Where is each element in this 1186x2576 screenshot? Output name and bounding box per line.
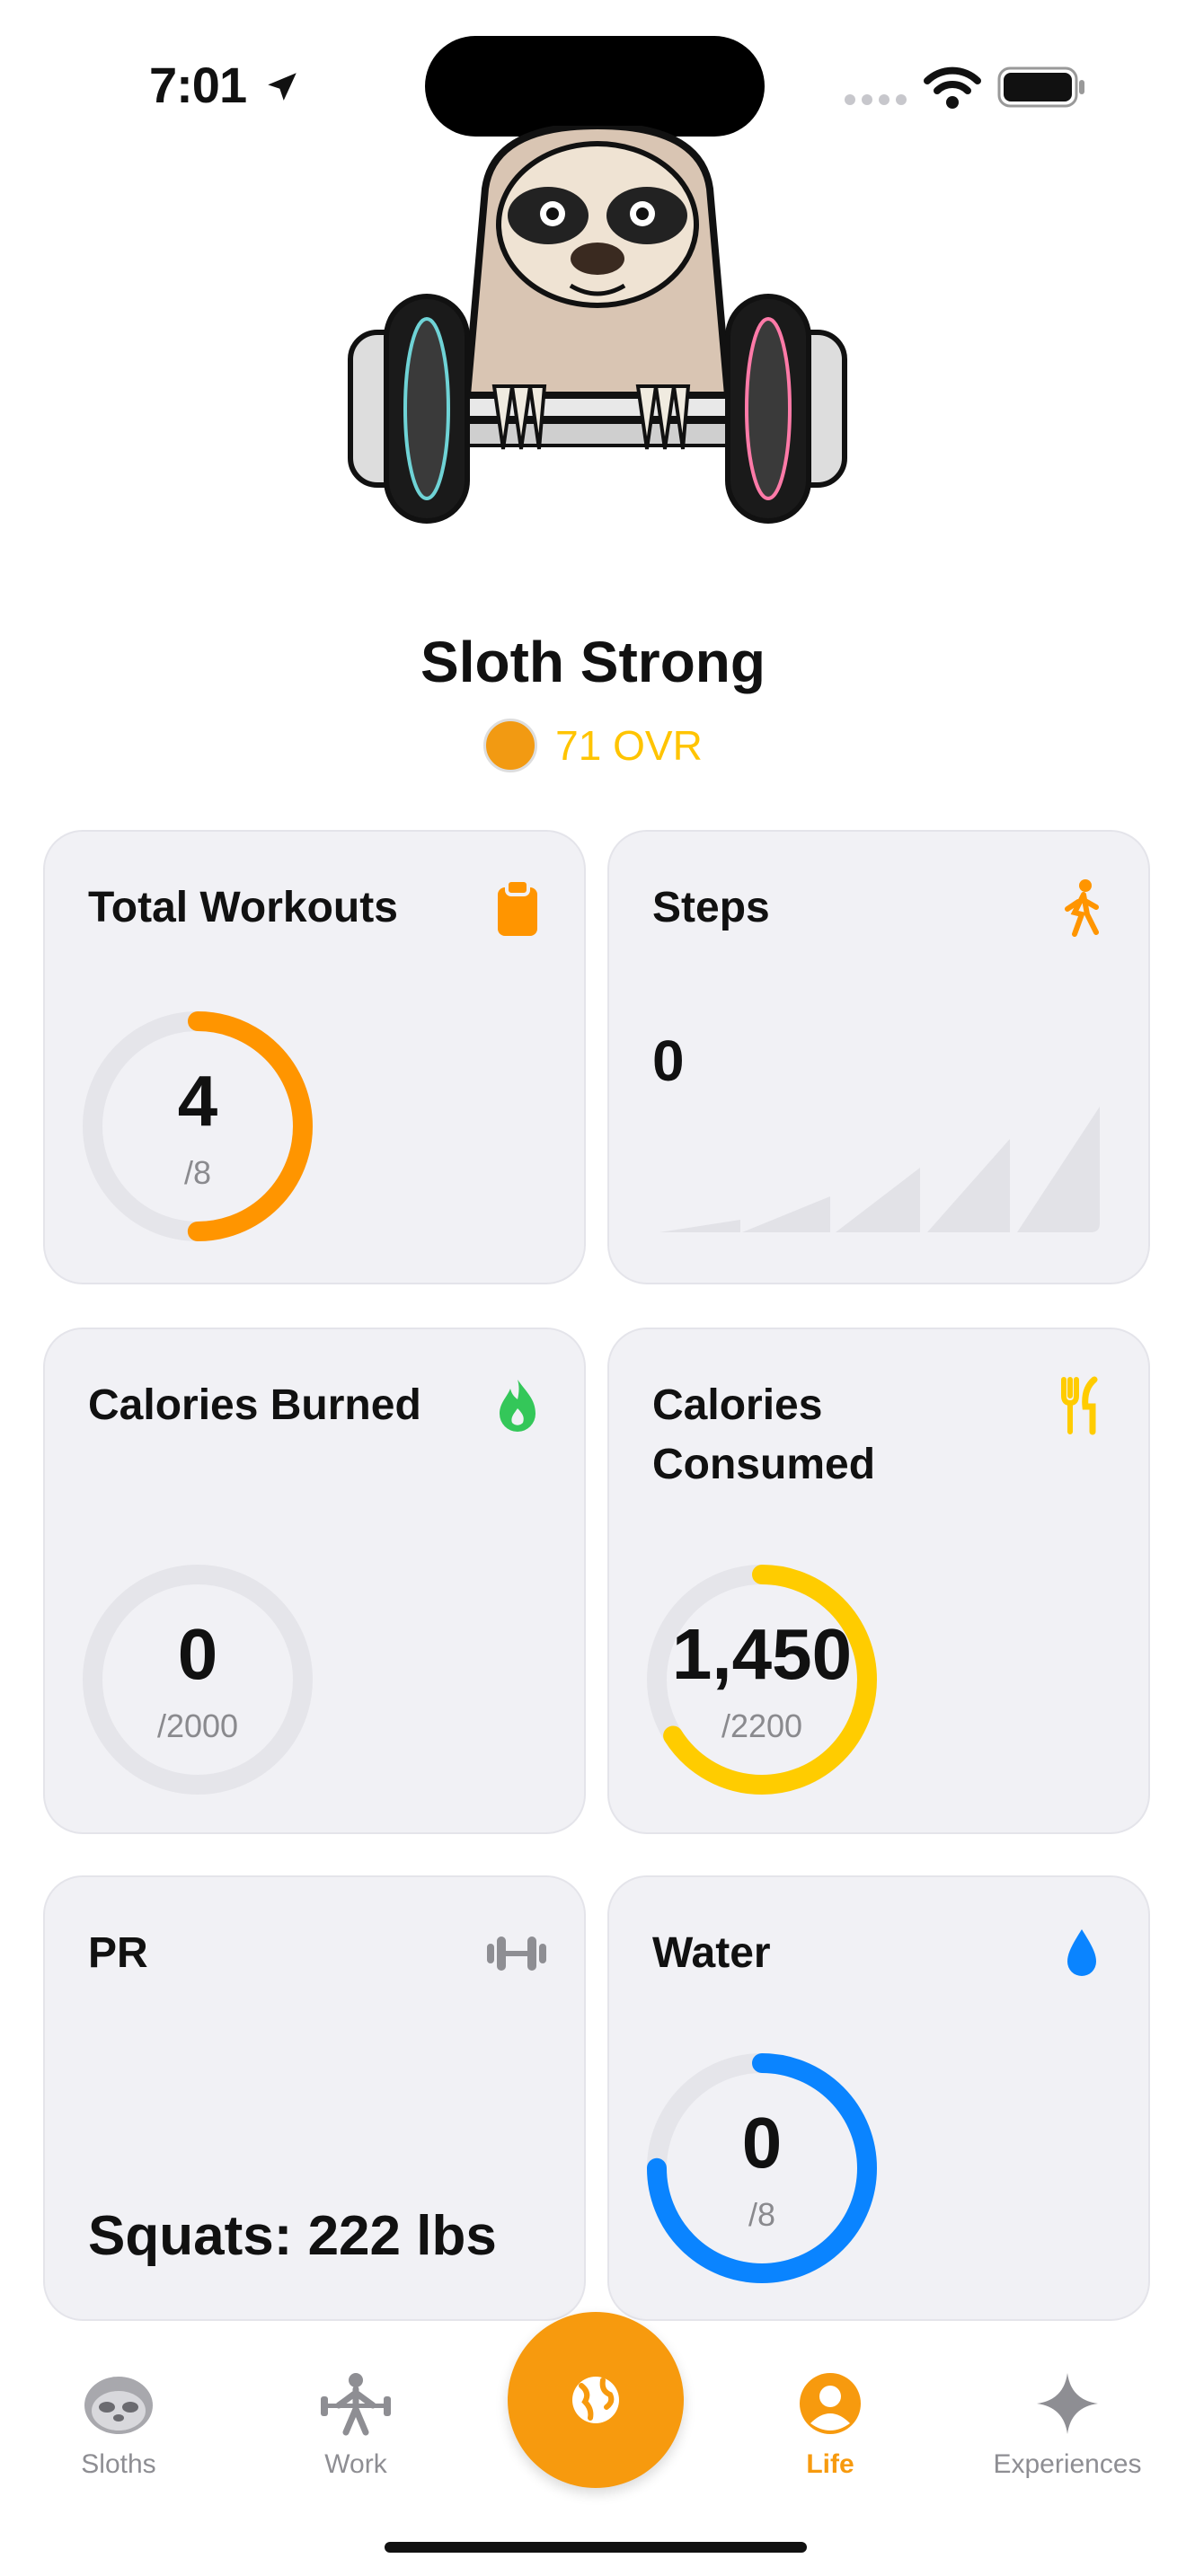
ring-goal: /2000 bbox=[156, 1707, 239, 1744]
ring-value: 0 bbox=[741, 2103, 783, 2183]
battery-icon bbox=[997, 66, 1085, 112]
ring-value: 4 bbox=[177, 1061, 218, 1141]
tab-label: Work bbox=[324, 2449, 387, 2479]
tab-label: Sloths bbox=[81, 2449, 156, 2479]
ovr-rating[interactable]: 71 OVR bbox=[0, 719, 1186, 772]
dynamic-island bbox=[425, 36, 765, 137]
card-title-line: Calories bbox=[652, 1381, 823, 1429]
center-globe-button[interactable] bbox=[508, 2312, 684, 2488]
wifi-icon bbox=[924, 65, 981, 114]
ring-goal: /2200 bbox=[721, 1707, 803, 1744]
card-title: Calories Burned bbox=[88, 1381, 421, 1429]
tab-sloths[interactable]: Sloths bbox=[29, 2371, 208, 2480]
calories-burned-progress-ring: 0 /2000 bbox=[77, 1559, 318, 1800]
tab-label: Life bbox=[806, 2449, 854, 2479]
calories-consumed-progress-ring: 1,450 /2200 bbox=[642, 1559, 882, 1800]
tab-work[interactable]: Work bbox=[266, 2371, 446, 2480]
sloth-strong-logo bbox=[332, 121, 863, 543]
total-workouts-card[interactable]: Total Workouts 4 /8 bbox=[43, 830, 586, 1284]
clipboard-icon bbox=[492, 878, 543, 938]
app-title: Sloth Strong bbox=[420, 630, 766, 694]
location-arrow-icon bbox=[267, 73, 296, 101]
globe-icon bbox=[572, 2377, 619, 2423]
ovr-text: 71 OVR bbox=[555, 722, 703, 769]
steps-chart bbox=[659, 1107, 1100, 1242]
walking-icon bbox=[1057, 878, 1107, 938]
tab-label: Experiences bbox=[993, 2449, 1142, 2479]
steps-card[interactable]: Steps 0 bbox=[607, 830, 1150, 1284]
calories-burned-card[interactable]: Calories Burned 0 /2000 bbox=[43, 1328, 586, 1834]
card-title: Calories Consumed bbox=[652, 1376, 875, 1495]
pr-card[interactable]: PR Squats: 222 lbs bbox=[43, 1875, 586, 2321]
card-title: PR bbox=[88, 1929, 148, 1977]
water-progress-ring: 0 /8 bbox=[642, 2048, 882, 2289]
flame-icon bbox=[492, 1376, 543, 1435]
ring-goal: /8 bbox=[748, 2196, 776, 2233]
water-card[interactable]: Water 0 /8 bbox=[607, 1875, 1150, 2321]
card-title: Total Workouts bbox=[88, 884, 398, 931]
fork-knife-icon bbox=[1057, 1376, 1107, 1435]
ring-value: 1,450 bbox=[671, 1614, 853, 1694]
ring-value: 0 bbox=[177, 1614, 218, 1694]
weightlifter-icon bbox=[321, 2373, 391, 2436]
card-title: Water bbox=[652, 1929, 771, 1977]
calories-consumed-card[interactable]: Calories Consumed 1,450 /2200 bbox=[607, 1328, 1150, 1834]
ring-goal: /8 bbox=[183, 1154, 212, 1191]
status-time: 7:01 bbox=[149, 56, 301, 114]
sparkle-icon bbox=[1037, 2373, 1098, 2434]
workouts-progress-ring: 4 /8 bbox=[77, 1006, 318, 1247]
signal-icon bbox=[845, 93, 907, 110]
avatar bbox=[483, 719, 538, 772]
steps-value: 0 bbox=[652, 1028, 685, 1093]
person-circle-icon bbox=[800, 2373, 861, 2434]
home-indicator bbox=[385, 2542, 807, 2553]
water-drop-icon bbox=[1057, 1924, 1107, 1983]
tab-life[interactable]: Life bbox=[740, 2371, 920, 2480]
pr-value: Squats: 222 lbs bbox=[88, 2205, 497, 2267]
card-title-line: Consumed bbox=[652, 1441, 876, 1488]
tab-experiences[interactable]: Experiences bbox=[978, 2371, 1157, 2480]
dumbbell-icon bbox=[485, 1924, 548, 1983]
sloth-icon bbox=[84, 2377, 153, 2434]
card-title: Steps bbox=[652, 884, 770, 931]
